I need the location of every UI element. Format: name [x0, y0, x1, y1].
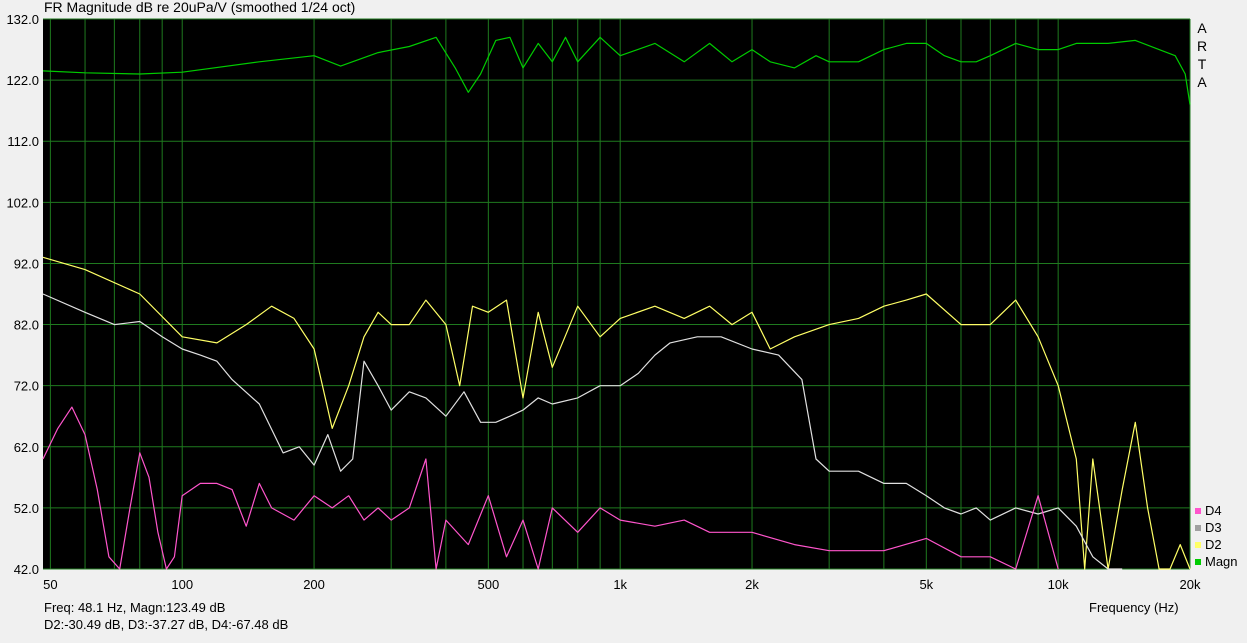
y-tick-label: 72.0 [14, 379, 39, 394]
legend-swatch [1195, 541, 1201, 548]
y-tick-label: 112.0 [7, 134, 39, 149]
legend-item-magn: Magn [1195, 553, 1238, 570]
y-axis-ticks: 132.0 122.0 112.0 102.0 92.0 82.0 72.0 62.0 52.0… [6, 12, 39, 577]
legend-item-d2: D2 [1195, 536, 1238, 553]
legend-swatch [1195, 507, 1201, 514]
legend-label: D3 [1205, 520, 1222, 535]
y-tick-label: 92.0 [14, 256, 39, 271]
y-tick-label: 122.0 [6, 73, 39, 88]
x-tick-label: 5k [919, 577, 933, 592]
cursor-readout-line1: Freq: 48.1 Hz, Magn:123.49 dB [44, 600, 226, 615]
legend: D4 D3 D2 Magn [1195, 502, 1238, 570]
legend-item-d3: D3 [1195, 519, 1238, 536]
legend-swatch [1195, 524, 1201, 531]
legend-label: D2 [1205, 537, 1222, 552]
y-tick-label: 132.0 [6, 12, 39, 27]
x-tick-label: 100 [171, 577, 193, 592]
legend-item-d4: D4 [1195, 502, 1238, 519]
y-tick-label: 102.0 [6, 195, 39, 210]
x-tick-label: 2k [745, 577, 759, 592]
plot-background [43, 19, 1190, 569]
x-tick-label: 200 [303, 577, 325, 592]
x-axis-label: Frequency (Hz) [1089, 600, 1179, 615]
x-tick-label: 10k [1048, 577, 1069, 592]
x-axis-ticks: 50 100 200 500 1k 2k 5k 10k 20k [43, 577, 1201, 592]
legend-label: Magn [1205, 554, 1238, 569]
y-tick-label: 62.0 [14, 440, 39, 455]
cursor-readout-line2: D2:-30.49 dB, D3:-37.27 dB, D4:-67.48 dB [44, 617, 289, 632]
x-tick-label: 20k [1180, 577, 1201, 592]
legend-swatch [1195, 558, 1201, 565]
chart-plot: 132.0 122.0 112.0 102.0 92.0 82.0 72.0 62.0 52.0… [6, 12, 1201, 592]
y-tick-label: 42.0 [14, 562, 39, 577]
arta-brand: ARTA [1195, 19, 1209, 91]
brand-letter: T [1197, 56, 1207, 72]
brand-letter: R [1196, 38, 1208, 54]
x-tick-label: 500 [477, 577, 499, 592]
x-tick-label: 1k [613, 577, 627, 592]
y-tick-label: 82.0 [14, 318, 39, 333]
brand-letter: A [1197, 20, 1207, 36]
x-tick-label: 50 [43, 577, 57, 592]
y-tick-label: 52.0 [14, 501, 39, 516]
brand-letter: A [1197, 74, 1207, 90]
legend-label: D4 [1205, 503, 1222, 518]
